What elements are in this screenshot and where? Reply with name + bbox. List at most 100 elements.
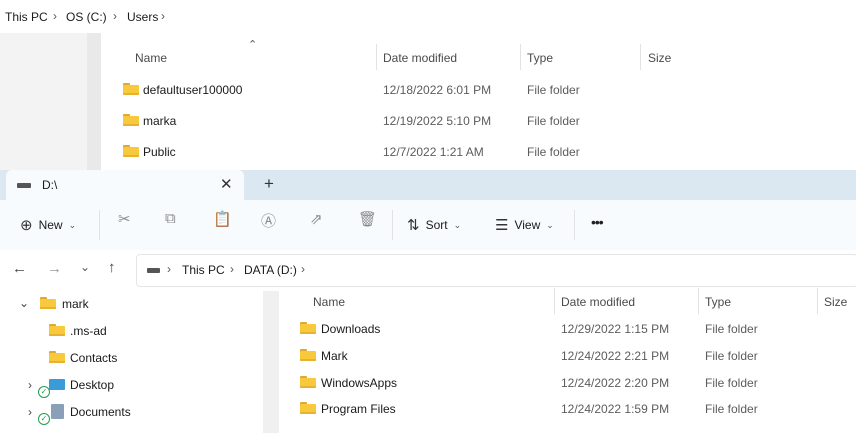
column-header-date[interactable]: Date modified	[561, 295, 635, 309]
folder-icon	[123, 83, 139, 95]
file-name: Public	[143, 145, 176, 159]
navigation-pane	[0, 33, 87, 170]
column-divider[interactable]	[554, 288, 555, 314]
file-date: 12/19/2022 5:10 PM	[383, 114, 492, 128]
column-divider[interactable]	[698, 288, 699, 314]
new-label: New	[38, 218, 63, 232]
column-divider[interactable]	[640, 44, 641, 70]
chevron-right-icon: ›	[113, 9, 117, 23]
foreground-explorer-window: D:\ ✕ + ⊕ New ⌄ ✂ ⧉ 📋 Ⓐ ⇗ 🗑 ⇅ Sort ⌄ ☰ V…	[0, 170, 856, 433]
tab-d-drive[interactable]: D:\ ✕	[6, 170, 244, 200]
file-type: File folder	[527, 114, 580, 128]
chevron-right-icon: ›	[230, 262, 234, 276]
nav-item-ms-ad[interactable]: .ms-ad	[70, 324, 107, 338]
chevron-down-icon: ⌄	[68, 219, 77, 230]
column-header-type[interactable]: Type	[527, 51, 553, 65]
folder-icon	[300, 322, 316, 334]
copy-icon[interactable]: ⧉	[165, 210, 176, 227]
address-segment-data-d[interactable]: DATA (D:)	[244, 263, 297, 277]
breadcrumb-this-pc[interactable]: This PC	[5, 10, 48, 24]
nav-item-documents[interactable]: Documents	[70, 405, 131, 419]
expand-icon[interactable]: ⌄	[19, 296, 29, 310]
view-label: View	[514, 218, 541, 232]
folder-icon	[40, 297, 56, 309]
drive-icon	[17, 183, 31, 188]
folder-icon	[123, 114, 139, 126]
sort-icon: ⇅	[407, 217, 420, 234]
drive-icon	[147, 268, 160, 273]
file-date: 12/24/2022 1:59 PM	[561, 402, 670, 416]
folder-icon	[49, 324, 65, 336]
plus-icon[interactable]: +	[264, 174, 274, 194]
chevron-right-icon: ›	[301, 262, 305, 276]
column-header-date[interactable]: Date modified	[383, 51, 457, 65]
toolbar-divider	[99, 210, 100, 240]
file-type: File folder	[705, 349, 758, 363]
folder-icon	[300, 402, 316, 414]
column-header-name[interactable]: Name	[313, 295, 345, 309]
documents-icon	[51, 404, 64, 419]
folder-icon	[123, 145, 139, 157]
sort-label: Sort	[425, 218, 448, 232]
view-button[interactable]: ☰ View ⌄	[495, 200, 554, 250]
back-icon[interactable]: ←	[12, 260, 27, 277]
chevron-right-icon[interactable]: ›	[28, 405, 32, 419]
file-name: defaultuser100000	[143, 83, 243, 97]
pane-splitter[interactable]	[263, 291, 279, 433]
rename-icon[interactable]: Ⓐ	[261, 210, 276, 231]
file-date: 12/29/2022 1:15 PM	[561, 322, 670, 336]
column-header-size[interactable]: Size	[824, 295, 847, 309]
pane-splitter[interactable]	[87, 33, 101, 170]
file-date: 12/24/2022 2:21 PM	[561, 349, 670, 363]
folder-icon	[300, 349, 316, 361]
chevron-right-icon[interactable]: ›	[28, 378, 32, 392]
column-divider[interactable]	[817, 288, 818, 314]
chevron-down-icon: ⌄	[453, 219, 462, 230]
cut-icon[interactable]: ✂	[118, 210, 131, 228]
background-explorer-window: This PC › OS (C:) › Users › ⌃ Name Date …	[0, 0, 683, 170]
folder-icon	[49, 351, 65, 363]
sync-check-icon: ✓	[38, 386, 50, 398]
nav-item-contacts[interactable]: Contacts	[70, 351, 117, 365]
column-divider[interactable]	[520, 44, 521, 70]
file-name: Mark	[321, 349, 348, 363]
address-bar[interactable]: › This PC › DATA (D:) ›	[136, 254, 856, 287]
tab-bar: D:\ ✕ +	[0, 170, 856, 200]
breadcrumb-os-c[interactable]: OS (C:)	[66, 10, 107, 24]
tab-title: D:\	[42, 178, 58, 192]
file-name: Downloads	[321, 322, 381, 336]
toolbar-divider	[574, 210, 575, 240]
file-type: File folder	[527, 145, 580, 159]
address-row: ← → ⌄ ↑ › This PC › DATA (D:) ›	[0, 250, 856, 291]
new-icon: ⊕	[20, 217, 33, 234]
file-date: 12/7/2022 1:21 AM	[383, 145, 484, 159]
column-header-name[interactable]: Name	[135, 51, 167, 65]
chevron-down-icon: ⌄	[546, 219, 554, 230]
see-more-button[interactable]: •••	[591, 214, 604, 230]
share-icon[interactable]: ⇗	[310, 210, 323, 228]
breadcrumb-users[interactable]: Users	[127, 10, 158, 24]
file-name: Program Files	[321, 402, 396, 416]
file-type: File folder	[705, 402, 758, 416]
toolbar-divider	[392, 210, 393, 240]
close-icon[interactable]: ✕	[220, 175, 233, 193]
forward-icon[interactable]: →	[47, 260, 62, 277]
nav-item-mark[interactable]: mark	[62, 297, 89, 311]
chevron-right-icon: ›	[167, 262, 171, 276]
column-header-size[interactable]: Size	[648, 51, 671, 65]
column-divider[interactable]	[376, 44, 377, 70]
folder-icon	[300, 376, 316, 388]
file-type: File folder	[705, 322, 758, 336]
paste-icon[interactable]: 📋	[213, 210, 232, 228]
delete-icon[interactable]: 🗑	[358, 210, 377, 228]
new-button[interactable]: ⊕ New ⌄	[20, 200, 76, 250]
navigation-pane: ⌄ mark .ms-ad Contacts › ✓ Desktop › ✓ D…	[0, 291, 263, 433]
recent-chevron-down-icon[interactable]: ⌄	[80, 260, 90, 274]
column-header-type[interactable]: Type	[705, 295, 731, 309]
sort-button[interactable]: ⇅ Sort ⌄	[407, 200, 461, 250]
nav-item-desktop[interactable]: Desktop	[70, 378, 114, 392]
up-icon[interactable]: ↑	[108, 259, 116, 276]
file-type: File folder	[527, 83, 580, 97]
file-name: WindowsApps	[321, 376, 398, 390]
address-segment-this-pc[interactable]: This PC	[182, 263, 225, 277]
